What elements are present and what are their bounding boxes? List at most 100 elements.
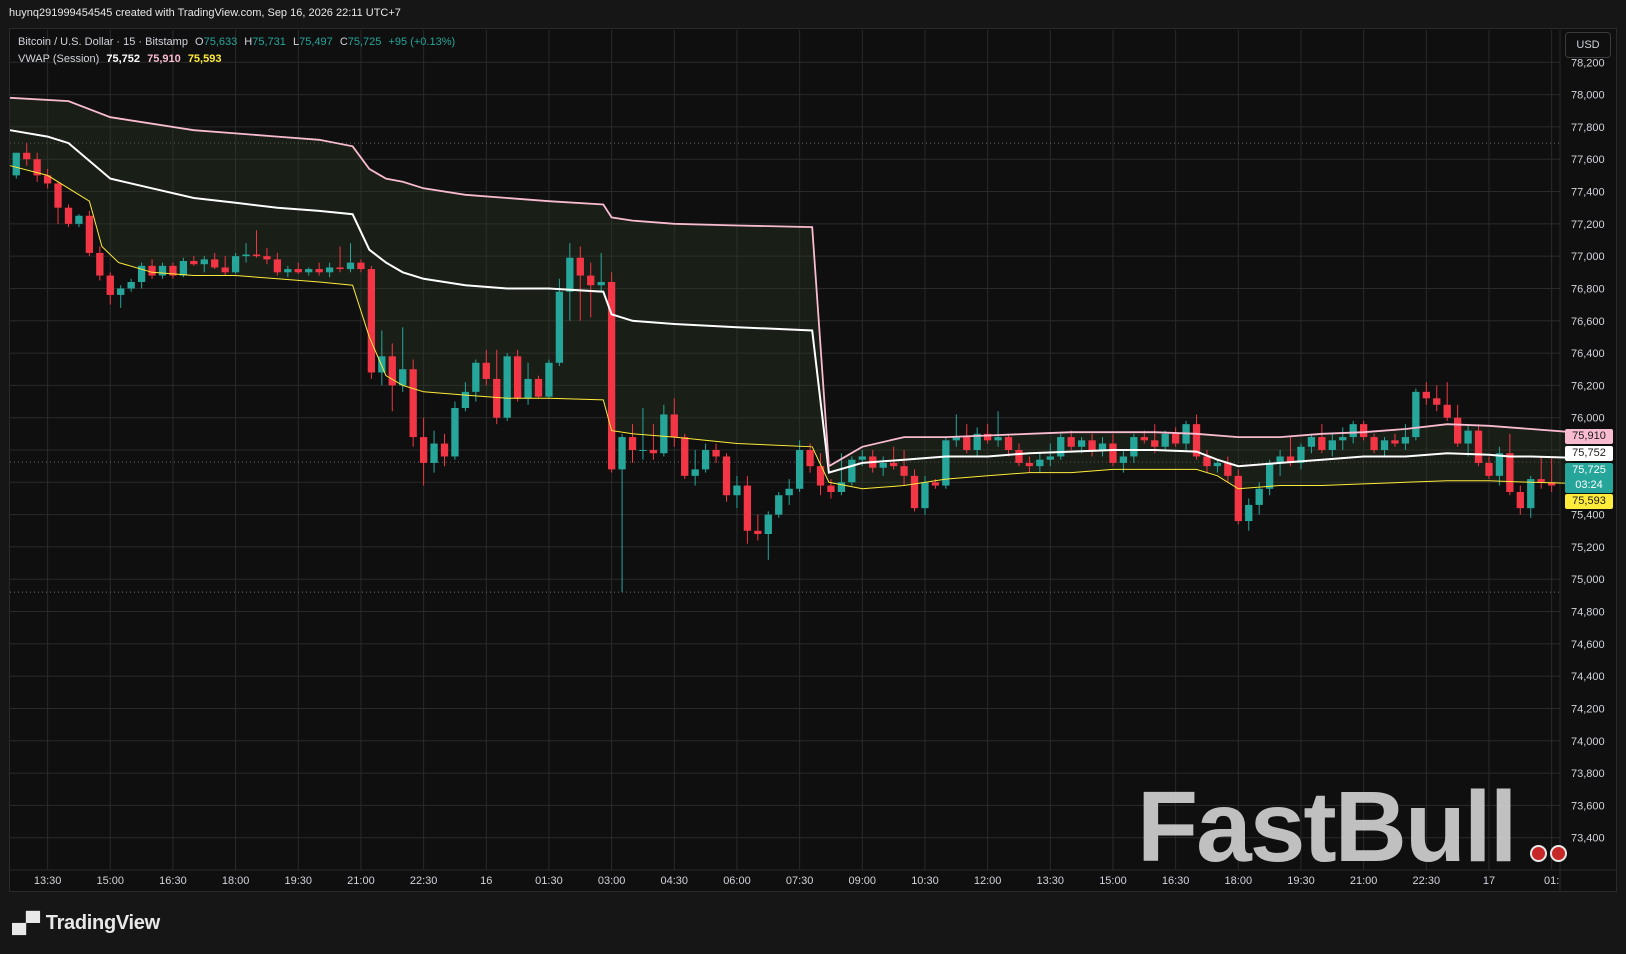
us-flag-icon[interactable]: [1550, 845, 1567, 862]
candle-body: [399, 369, 407, 386]
candle-body: [1401, 437, 1410, 444]
candle-body: [367, 269, 376, 373]
y-tick-label: 76,600: [1571, 316, 1605, 328]
candle-body: [1245, 504, 1253, 522]
candle-body: [440, 443, 449, 457]
candle-body: [806, 450, 814, 467]
candle-body: [701, 450, 710, 470]
candle-body: [1130, 437, 1138, 457]
candle-body: [106, 275, 114, 295]
candle-body: [785, 488, 793, 496]
candle-body: [503, 356, 511, 418]
open-value: 75,633: [203, 36, 238, 48]
vwap-badge: 75,752: [1565, 446, 1613, 461]
open-label: O: [195, 36, 204, 48]
chart-legend: Bitcoin / U.S. Dollar · 15 · Bitstamp O7…: [18, 34, 455, 68]
y-tick-label: 74,600: [1571, 639, 1605, 651]
candle-body: [96, 252, 104, 276]
y-tick-label: 76,200: [1571, 380, 1605, 392]
candle-body: [795, 450, 804, 489]
candle-body: [127, 282, 135, 289]
candle-body: [1307, 437, 1316, 447]
x-tick-label: 10:30: [911, 875, 939, 887]
candle-body: [1004, 437, 1013, 450]
currency-button[interactable]: USD: [1565, 32, 1611, 58]
candle-body: [430, 443, 438, 463]
y-tick-label: 75,200: [1571, 542, 1605, 554]
lower-band-value: 75,593: [187, 53, 222, 65]
y-tick-label: 75,400: [1571, 510, 1605, 522]
y-tick-label: 78,200: [1571, 57, 1605, 69]
candle-body: [1109, 443, 1117, 463]
candle-body: [1057, 437, 1065, 457]
candle-body: [900, 466, 908, 476]
candle-body: [754, 530, 762, 534]
change-value: +95 (+0.13%): [388, 36, 456, 48]
candle-body: [1088, 440, 1096, 450]
y-tick-label: 74,400: [1571, 671, 1605, 683]
candle-body: [555, 291, 564, 363]
x-tick-label: 21:00: [347, 875, 375, 887]
candle-body: [1516, 492, 1524, 509]
candle-body: [451, 408, 459, 457]
last-price-value: 75,725: [1572, 464, 1606, 476]
us-flag-icon[interactable]: [1530, 845, 1547, 862]
indicator-legend-row[interactable]: VWAP (Session) 75,752 75,910 75,593: [18, 51, 455, 68]
candle-body: [733, 485, 741, 496]
vwap-band-fill: [10, 97, 1573, 489]
symbol-legend-row[interactable]: Bitcoin / U.S. Dollar · 15 · Bitstamp O7…: [18, 34, 455, 51]
candle-body: [963, 437, 971, 450]
candle-body: [315, 269, 323, 273]
candle-body: [325, 267, 334, 273]
candle-body: [1140, 437, 1148, 441]
y-tick-label: 74,800: [1571, 607, 1605, 619]
last-price-badge: 75,725 03:24: [1565, 463, 1613, 493]
candle-body: [1234, 475, 1242, 522]
x-tick-label: 01:: [1544, 875, 1559, 887]
candle-body: [743, 485, 752, 531]
candle-body: [1203, 456, 1211, 467]
tradingview-brand: TradingView: [45, 912, 160, 934]
y-tick-label: 75,000: [1571, 574, 1605, 586]
candle-body: [1328, 440, 1336, 450]
y-tick-label: 74,200: [1571, 703, 1605, 715]
candle-body: [1213, 462, 1222, 467]
candle-body: [409, 369, 417, 438]
candle-body: [1077, 440, 1086, 447]
upper-band-value: 75,910: [147, 53, 181, 65]
y-tick-label: 77,800: [1571, 122, 1605, 134]
candle-body: [1265, 462, 1274, 489]
candle-body: [461, 391, 470, 408]
symbol-name: Bitcoin / U.S. Dollar · 15 · Bitstamp: [18, 36, 188, 48]
candle-body: [75, 215, 83, 224]
candle-body: [1464, 430, 1472, 444]
candle-body: [148, 265, 156, 276]
x-tick-label: 15:00: [1099, 875, 1127, 887]
candle-body: [211, 259, 219, 268]
candle-body: [482, 362, 490, 379]
candle-body: [158, 265, 167, 276]
candle-body: [336, 267, 344, 270]
candle-body: [660, 414, 668, 454]
indicator-name: VWAP (Session): [18, 53, 100, 65]
x-tick-label: 06:00: [723, 875, 751, 887]
candle-body: [1433, 398, 1441, 405]
candle-body: [639, 450, 647, 451]
high-value: 75,731: [252, 36, 286, 48]
candle-body: [587, 275, 595, 286]
candle-body: [1255, 488, 1263, 505]
x-tick-label: 15:00: [97, 875, 125, 887]
y-tick-label: 76,400: [1571, 348, 1605, 360]
candle-body: [1015, 450, 1023, 463]
x-tick-label: 07:30: [786, 875, 814, 887]
candle-body: [305, 269, 313, 273]
candle-body: [1443, 404, 1451, 418]
candle-body: [722, 456, 731, 496]
candle-body: [764, 514, 772, 534]
x-tick-label: 13:30: [34, 875, 62, 887]
candle-body: [848, 459, 856, 483]
fastbull-watermark: FastBull: [1137, 771, 1517, 883]
candle-body: [1453, 417, 1462, 444]
candle-body: [1046, 456, 1054, 460]
tradingview-logo[interactable]: ▄▀ TradingView: [12, 912, 160, 935]
